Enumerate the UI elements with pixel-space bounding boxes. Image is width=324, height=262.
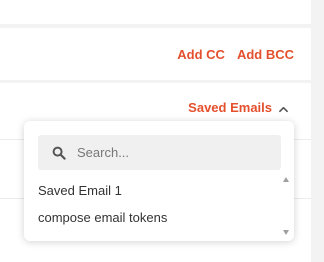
- saved-emails-dropdown: Saved Email 1 compose email tokens: [24, 121, 294, 241]
- saved-emails-label: Saved Emails: [188, 100, 272, 115]
- scroll-up-arrow-icon[interactable]: [283, 177, 289, 182]
- recipients-row: Add CC Add BCC: [0, 28, 311, 80]
- search-box: [38, 135, 281, 170]
- search-icon: [52, 146, 66, 160]
- list-item[interactable]: Saved Email 1: [24, 177, 278, 204]
- scroll-down-arrow-icon[interactable]: [283, 230, 289, 235]
- list-item[interactable]: compose email tokens: [24, 204, 278, 231]
- search-input[interactable]: [77, 145, 257, 160]
- add-bcc-link[interactable]: Add BCC: [237, 47, 294, 62]
- saved-emails-toggle[interactable]: Saved Emails: [188, 100, 288, 115]
- scrollbar[interactable]: [282, 173, 291, 237]
- options-list: Saved Email 1 compose email tokens: [24, 177, 278, 231]
- add-cc-link[interactable]: Add CC: [177, 47, 225, 62]
- top-panel: [0, 0, 311, 24]
- chevron-up-icon: [279, 106, 288, 113]
